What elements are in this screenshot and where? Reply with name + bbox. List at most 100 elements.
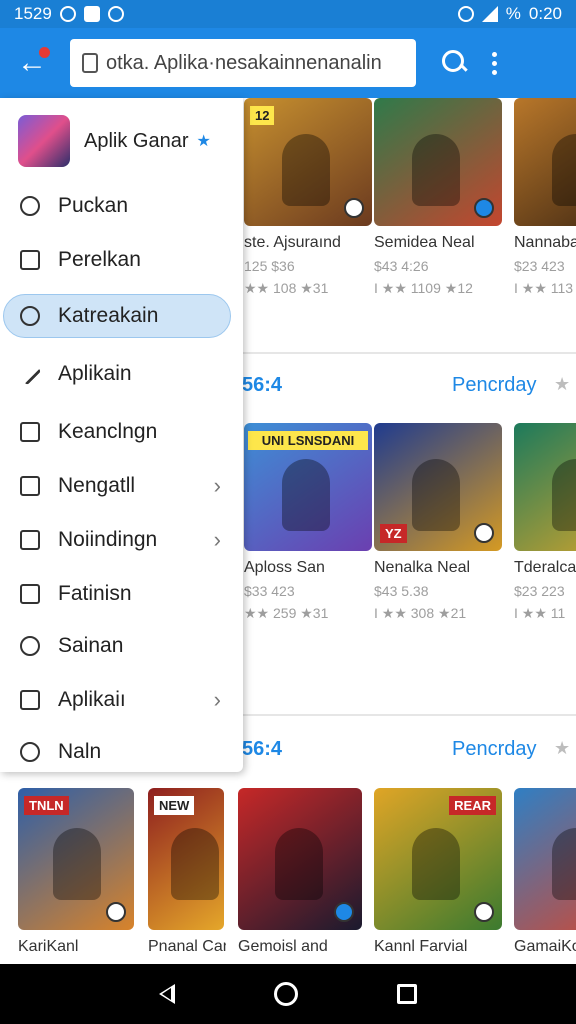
- drawer-item-label: Sainan: [58, 634, 124, 657]
- app-title: Semidea Neal: [374, 234, 475, 251]
- nav-back-icon[interactable]: [159, 984, 176, 1004]
- app-avatar: [18, 115, 70, 167]
- chevron-right-icon: ›: [213, 687, 221, 712]
- star-icon[interactable]: ★: [554, 374, 570, 395]
- app-card[interactable]: Tderalca $23 223 I ★★ 11: [514, 423, 576, 622]
- drawer-item-label: Nengatll: [58, 474, 136, 497]
- app-title: Gemoisl and: [238, 938, 328, 955]
- mail-icon: [83, 6, 100, 22]
- drawer-item[interactable]: Naln: [0, 730, 243, 774]
- nav-recents-icon[interactable]: [396, 984, 417, 1004]
- drawer-item[interactable]: Aplikaiı ›: [0, 678, 243, 722]
- compass-icon: [20, 742, 40, 762]
- drawer-item[interactable]: Fatinisn: [0, 572, 243, 616]
- app-price: 125 $36: [244, 258, 295, 274]
- nav-home-icon[interactable]: [273, 982, 298, 1006]
- app-price: $23 223: [514, 583, 565, 599]
- square-icon: [20, 530, 40, 550]
- drawer-item[interactable]: Katreakain: [3, 294, 231, 338]
- app-price: $43 4:26: [374, 258, 429, 274]
- app-card[interactable]: NEW Pnanal Canl: [148, 788, 226, 956]
- app-rating: I ★★ 11: [514, 605, 566, 621]
- drawer-item-label: Fatinisn: [58, 582, 132, 605]
- address-bar[interactable]: otka. Aplika·nesakainnenanalin: [70, 39, 416, 87]
- file-icon: [20, 584, 40, 604]
- app-card[interactable]: Semidea Neal $43 4:26 I ★★ 1109 ★12: [374, 98, 502, 297]
- app-card[interactable]: 12 ste. Ajsuraınd 125 $36 ★★ 108 ★31: [244, 98, 372, 297]
- status-time-right: 0:20: [528, 4, 562, 23]
- square-icon: [20, 690, 40, 710]
- app-tag: REAR: [449, 796, 496, 815]
- app-card[interactable]: GamaiKo: [514, 788, 576, 956]
- app-title: Nannaba: [514, 234, 576, 251]
- square-icon: [20, 250, 40, 270]
- app-price: $33 423: [244, 583, 295, 599]
- calendar-icon: [20, 476, 40, 496]
- app-card[interactable]: YZ Nenalka Neal $43 5.38 I ★★ 308 ★21: [374, 423, 502, 622]
- app-rating: ★★ 108 ★31: [244, 280, 329, 296]
- more-options-icon[interactable]: [492, 51, 498, 75]
- drawer-item[interactable]: Nengatll ›: [0, 464, 243, 508]
- app-thumbnail: NEW: [148, 788, 224, 930]
- app-tag: YZ: [380, 524, 407, 543]
- system-navigation-bar: [0, 964, 576, 1024]
- drawer-item[interactable]: Perelkan: [0, 238, 243, 282]
- app-title: Tderalca: [514, 559, 576, 576]
- section-link[interactable]: Pencrday: [452, 374, 537, 397]
- section-link[interactable]: Pencrday: [452, 738, 537, 761]
- drawer-item[interactable]: Keanclngn: [0, 410, 243, 454]
- app-title: Pnanal Canl: [148, 938, 226, 955]
- section-heading: 56:4: [242, 374, 283, 396]
- navigation-drawer: Aplik Ganar ★ Puckan Perelkan Katreakain Ap…: [0, 98, 243, 772]
- app-thumbnail: UNI LSNSDANI: [244, 423, 372, 551]
- app-card[interactable]: REAR Kannl Farvial: [374, 788, 502, 956]
- url-text: otka. Aplika·nesakainnenanalin: [106, 51, 382, 74]
- app-rating: I ★★ 1109 ★12: [374, 280, 473, 296]
- section-heading: 56:4: [242, 738, 283, 760]
- app-card[interactable]: Gemoisl and: [238, 788, 362, 956]
- pin-icon: ★: [196, 133, 211, 150]
- app-thumbnail: TNLN: [18, 788, 134, 930]
- radio-icon: [20, 636, 40, 656]
- back-button[interactable]: ←: [12, 43, 52, 83]
- download-badge-icon: [344, 198, 364, 218]
- verified-badge-icon: [334, 902, 354, 922]
- app-card[interactable]: TNLN KariKanl: [18, 788, 136, 956]
- app-title: KariKanl: [18, 938, 79, 955]
- app-tag: TNLN: [24, 796, 69, 815]
- drawer-item[interactable]: Aplikain: [0, 352, 243, 396]
- drawer-item-label: Naln: [58, 740, 102, 763]
- app-title: Kannl Farvial: [374, 938, 468, 955]
- app-thumbnail: [514, 98, 576, 226]
- app-title: GamaiKo: [514, 938, 576, 955]
- verified-badge-icon: [474, 198, 494, 218]
- drawer-item[interactable]: Sainan: [0, 624, 243, 668]
- status-time-left: 1529: [14, 4, 52, 23]
- app-card[interactable]: Nannaba $23 423 I ★★ 113: [514, 98, 576, 297]
- status-bar: 1529 % 0:20: [0, 0, 576, 28]
- app-tag: 12: [250, 106, 275, 125]
- app-card[interactable]: UNI LSNSDANI Aploss San $33 423 ★★ 259 ★…: [244, 423, 372, 622]
- app-title: ste. Ajsuraınd: [244, 234, 341, 251]
- drawer-item-label: Keanclngn: [58, 420, 158, 443]
- app-tag: NEW: [154, 796, 195, 815]
- notification-dot: [39, 47, 50, 58]
- drawer-item-label: Noiindingn: [58, 528, 158, 551]
- target-icon: [20, 196, 40, 216]
- drawer-item[interactable]: Puckan: [0, 184, 243, 228]
- signal-icon: [481, 6, 498, 22]
- app-thumbnail: REAR: [374, 788, 502, 930]
- drawer-header: Aplik Ganar ★: [0, 98, 243, 184]
- app-thumbnail: [374, 98, 502, 226]
- battery-icon: %: [505, 4, 521, 23]
- drawer-item[interactable]: Noiindingn ›: [0, 518, 243, 562]
- drawer-item-label: Aplikain: [58, 362, 132, 385]
- app-title: Aploss San: [244, 559, 325, 576]
- star-icon[interactable]: ★: [554, 738, 570, 759]
- pencil-icon: [18, 362, 42, 386]
- app-thumbnail: [514, 423, 576, 551]
- chevron-right-icon: ›: [213, 527, 221, 552]
- search-icon[interactable]: [440, 48, 470, 78]
- drawer-item-label: Puckan: [58, 194, 129, 217]
- drawer-item-label: Katreakain: [58, 304, 159, 327]
